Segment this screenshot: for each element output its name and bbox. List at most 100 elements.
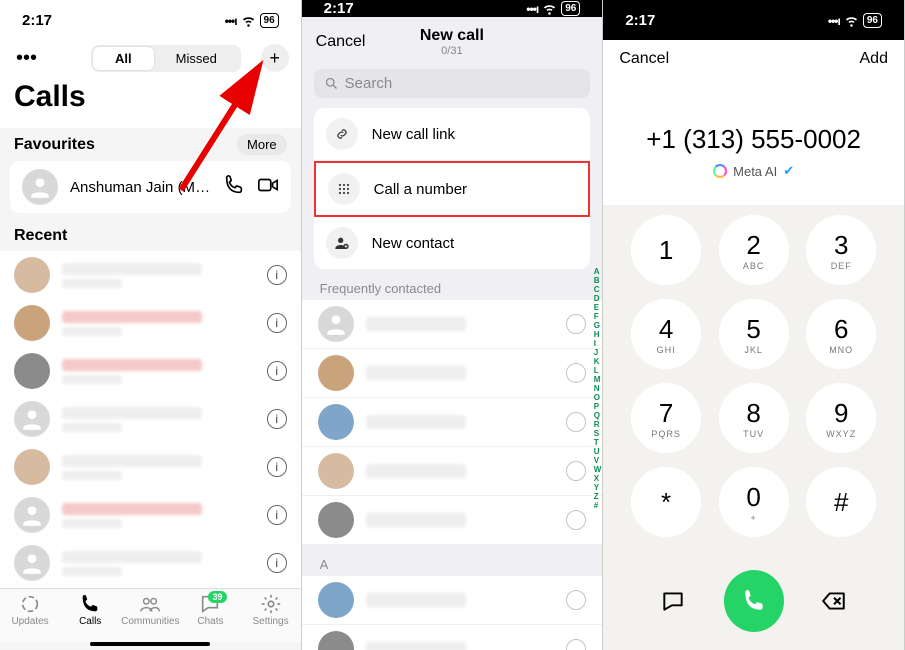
avatar (318, 306, 354, 342)
index-letter[interactable]: G (594, 321, 602, 330)
dialpad-icon (328, 173, 360, 205)
key-3[interactable]: 3DEF (798, 209, 884, 291)
tab-calls[interactable]: Calls (60, 593, 120, 642)
recent-row[interactable]: i (0, 299, 301, 347)
index-letter[interactable]: Q (594, 411, 602, 420)
message-button[interactable] (643, 588, 703, 614)
key-4[interactable]: 4GHI (623, 293, 709, 375)
radio-unchecked[interactable] (566, 314, 586, 334)
info-icon[interactable]: i (267, 265, 287, 285)
info-icon[interactable]: i (267, 457, 287, 477)
key-7[interactable]: 7PQRS (623, 377, 709, 459)
key-*[interactable]: * (623, 461, 709, 543)
key-2[interactable]: 2ABC (711, 209, 797, 291)
index-letter[interactable]: E (594, 303, 602, 312)
index-letter[interactable]: Z (594, 492, 602, 501)
dial-button[interactable] (724, 570, 784, 632)
contact-row[interactable] (302, 625, 603, 650)
index-letter[interactable]: D (594, 294, 602, 303)
index-letter[interactable]: A (594, 267, 602, 276)
avatar (318, 631, 354, 650)
radio-unchecked[interactable] (566, 412, 586, 432)
info-icon[interactable]: i (267, 553, 287, 573)
tab-missed[interactable]: Missed (154, 47, 239, 70)
key-9[interactable]: 9WXYZ (798, 377, 884, 459)
tab-communities[interactable]: Communities (120, 593, 180, 642)
key-5[interactable]: 5JKL (711, 293, 797, 375)
more-menu-icon[interactable]: ••• (12, 47, 41, 70)
recent-row[interactable]: i (0, 251, 301, 299)
info-icon[interactable]: i (267, 361, 287, 381)
contacts-a-list (302, 576, 603, 650)
key-#[interactable]: # (798, 461, 884, 543)
video-call-icon[interactable] (257, 174, 279, 201)
index-letter[interactable]: J (594, 348, 602, 357)
recent-row[interactable]: i (0, 491, 301, 539)
cancel-button[interactable]: Cancel (316, 33, 366, 51)
alpha-index-bar[interactable]: ABCDEFGHIJKLMNOPQRSTUVWXYZ# (594, 267, 602, 510)
radio-unchecked[interactable] (566, 639, 586, 650)
status-bar: 2:17 96 (603, 0, 904, 40)
key-6[interactable]: 6MNO (798, 293, 884, 375)
index-letter[interactable]: Y (594, 483, 602, 492)
index-letter[interactable]: C (594, 285, 602, 294)
contact-row[interactable] (302, 349, 603, 398)
recent-calls-list[interactable]: i i i i i i i (0, 251, 301, 588)
index-letter[interactable]: F (594, 312, 602, 321)
caller-id-row: Meta AI ✔ (603, 163, 904, 205)
new-call-button[interactable]: + (261, 44, 289, 72)
contact-row[interactable] (302, 447, 603, 496)
cancel-button[interactable]: Cancel (619, 50, 669, 68)
favourite-contact-row[interactable]: Anshuman Jain (My l… (10, 161, 291, 213)
index-letter[interactable]: T (594, 438, 602, 447)
tab-all[interactable]: All (93, 47, 154, 70)
recent-row[interactable]: i (0, 395, 301, 443)
key-8[interactable]: 8TUV (711, 377, 797, 459)
index-letter[interactable]: W (594, 465, 602, 474)
radio-unchecked[interactable] (566, 461, 586, 481)
contact-row[interactable] (302, 576, 603, 625)
favourites-more-button[interactable]: More (237, 134, 287, 155)
index-letter[interactable]: S (594, 429, 602, 438)
info-icon[interactable]: i (267, 505, 287, 525)
index-letter[interactable]: # (594, 501, 602, 510)
search-input[interactable]: Search (314, 69, 591, 98)
index-letter[interactable]: V (594, 456, 602, 465)
radio-unchecked[interactable] (566, 363, 586, 383)
tab-chats[interactable]: 39Chats (180, 593, 240, 642)
recent-row[interactable]: i (0, 539, 301, 587)
index-letter[interactable]: M (594, 375, 602, 384)
index-letter[interactable]: N (594, 384, 602, 393)
key-1[interactable]: 1 (623, 209, 709, 291)
index-letter[interactable]: X (594, 474, 602, 483)
call-a-number-row[interactable]: Call a number (314, 161, 591, 217)
index-letter[interactable]: P (594, 402, 602, 411)
new-call-link-row[interactable]: New call link (314, 108, 591, 161)
index-letter[interactable]: K (594, 357, 602, 366)
recent-row[interactable]: i (0, 443, 301, 491)
index-letter[interactable]: B (594, 276, 602, 285)
recent-row[interactable]: i (0, 347, 301, 395)
index-letter[interactable]: L (594, 366, 602, 375)
battery-icon: 96 (260, 13, 279, 28)
index-letter[interactable]: U (594, 447, 602, 456)
tab-settings[interactable]: Settings (241, 593, 301, 642)
index-letter[interactable]: H (594, 330, 602, 339)
contact-row[interactable] (302, 496, 603, 545)
add-button[interactable]: Add (860, 50, 888, 68)
voice-call-icon[interactable] (223, 174, 245, 201)
info-icon[interactable]: i (267, 409, 287, 429)
key-0[interactable]: 0+ (711, 461, 797, 543)
radio-unchecked[interactable] (566, 510, 586, 530)
backspace-button[interactable] (804, 588, 864, 614)
new-contact-row[interactable]: New contact (314, 217, 591, 269)
tab-updates[interactable]: Updates (0, 593, 60, 642)
index-letter[interactable]: I (594, 339, 602, 348)
index-letter[interactable]: O (594, 393, 602, 402)
info-icon[interactable]: i (267, 313, 287, 333)
radio-unchecked[interactable] (566, 590, 586, 610)
contact-row[interactable] (302, 398, 603, 447)
contact-row[interactable] (302, 300, 603, 349)
index-letter[interactable]: R (594, 420, 602, 429)
verified-icon: ✔ (783, 163, 794, 179)
